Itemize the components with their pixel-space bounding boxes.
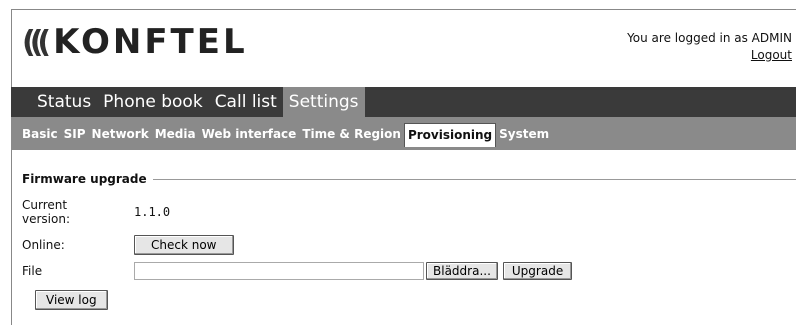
- current-version-row: Current version: 1.1.0: [22, 198, 170, 226]
- section-title: Firmware upgrade: [22, 172, 147, 186]
- section-divider: [152, 178, 796, 180]
- subtab-time-region[interactable]: Time & Region: [299, 123, 404, 145]
- logout-link[interactable]: Logout: [627, 47, 792, 64]
- subtab-network[interactable]: Network: [89, 123, 152, 145]
- firmware-upgrade-section: Firmware upgrade: [22, 172, 796, 186]
- logged-in-text: You are logged in as ADMIN: [627, 31, 792, 45]
- logo-text: KONFTEL: [53, 22, 248, 62]
- tab-phone-book[interactable]: Phone book: [97, 87, 209, 117]
- subtab-system[interactable]: System: [496, 123, 552, 145]
- tab-call-list[interactable]: Call list: [209, 87, 283, 117]
- online-label: Online:: [22, 238, 65, 252]
- subtab-sip[interactable]: SIP: [61, 123, 89, 145]
- online-row: Online: Check now: [22, 235, 234, 255]
- subtab-provisioning[interactable]: Provisioning: [403, 122, 497, 147]
- file-label: File: [22, 264, 43, 278]
- main-nav: Status Phone book Call list Settings: [11, 87, 796, 117]
- current-version-value: 1.1.0: [134, 205, 171, 219]
- view-log-row: View log: [22, 290, 108, 310]
- check-now-button[interactable]: Check now: [134, 235, 234, 255]
- upgrade-button[interactable]: Upgrade: [502, 262, 573, 280]
- subtab-web-interface[interactable]: Web interface: [199, 123, 300, 145]
- view-log-button[interactable]: View log: [35, 290, 108, 310]
- browse-button[interactable]: Bläddra...: [426, 262, 498, 280]
- subtab-basic[interactable]: Basic: [19, 123, 61, 145]
- file-path-input[interactable]: [134, 262, 424, 280]
- sound-waves-icon: (((: [22, 24, 51, 60]
- tab-settings[interactable]: Settings: [282, 87, 365, 117]
- current-version-label: Current version:: [22, 198, 70, 226]
- login-info: You are logged in as ADMIN Logout: [627, 30, 792, 64]
- settings-subnav: Basic SIP Network Media Web interface Ti…: [11, 117, 796, 150]
- tab-status[interactable]: Status: [11, 87, 97, 117]
- subtab-media[interactable]: Media: [152, 123, 199, 145]
- section-legend: Firmware upgrade: [22, 172, 796, 186]
- konftel-logo: ((( KONFTEL: [22, 22, 248, 62]
- file-row: File Bläddra... Upgrade: [22, 262, 573, 280]
